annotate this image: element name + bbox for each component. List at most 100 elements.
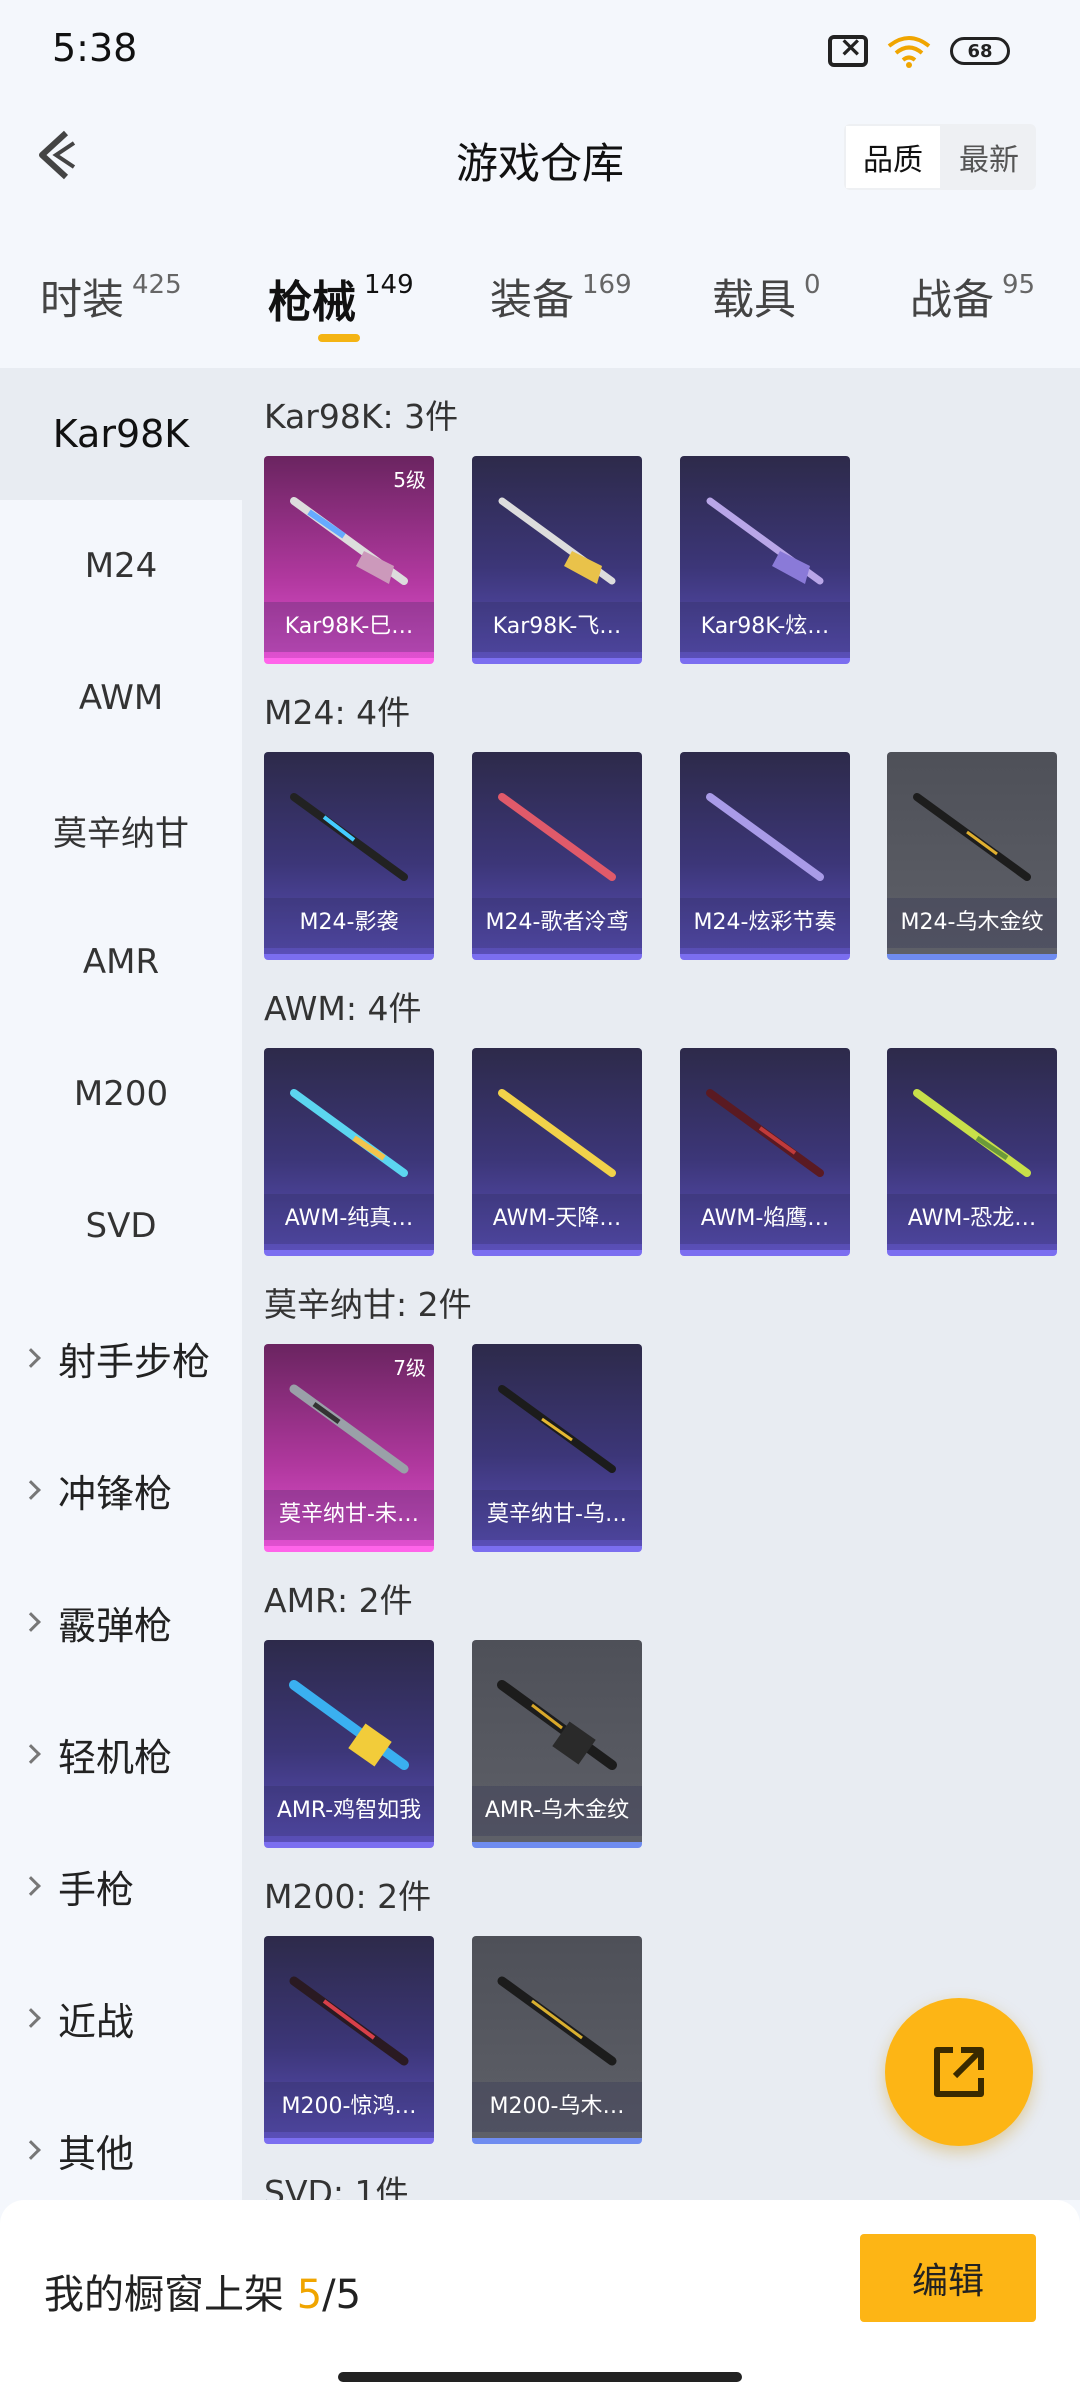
sidebar-group-label: 轻机枪 xyxy=(58,1735,173,1780)
status-bar: 5:38 68 xyxy=(0,0,1080,100)
skin-grid: Kar98K: 3件 5级 Kar98K-巳… Kar98K-飞… Kar98K… xyxy=(242,368,1080,2200)
rifle-icon xyxy=(289,1384,409,1474)
skin-name: Kar98K-巳… xyxy=(264,602,434,652)
chevron-right-icon xyxy=(21,1480,41,1500)
rifle-icon xyxy=(497,1680,617,1770)
bottom-bar: 我的橱窗上架 5/5 编辑 xyxy=(0,2200,1080,2400)
rifle-icon xyxy=(289,1976,409,2066)
skin-card[interactable]: AWM-天降… xyxy=(472,1048,642,1256)
skin-name: Kar98K-飞… xyxy=(472,602,642,652)
skin-name: M200-乌木… xyxy=(472,2082,642,2132)
share-button[interactable] xyxy=(885,1998,1033,2146)
skin-name: AWM-焰鹰… xyxy=(680,1194,850,1244)
tab-equipment[interactable]: 装备 169 xyxy=(490,266,632,327)
skin-name: 莫辛纳甘-乌… xyxy=(472,1490,642,1540)
skin-name: M200-惊鸿… xyxy=(264,2082,434,2132)
rifle-icon xyxy=(498,793,616,881)
rifle-icon xyxy=(706,497,824,585)
tab-fashion[interactable]: 时装 425 xyxy=(40,266,182,327)
sidebar-group-other[interactable]: 其他 xyxy=(0,2084,242,2216)
tab-label: 战备 xyxy=(910,275,995,324)
edit-button[interactable]: 编辑 xyxy=(860,2234,1036,2322)
skin-card[interactable]: 7级 莫辛纳甘-未… xyxy=(264,1344,434,1552)
tab-count: 0 xyxy=(804,270,821,300)
showcase-current: 5 xyxy=(296,2272,323,2318)
skin-card[interactable]: M24-影袭 xyxy=(264,752,434,960)
skin-card[interactable]: M200-乌木… xyxy=(472,1936,642,2144)
skin-card[interactable]: AWM-纯真… xyxy=(264,1048,434,1256)
chevron-right-icon xyxy=(21,2140,41,2160)
app-header: 游戏仓库 品质 最新 xyxy=(0,100,1080,210)
skin-card[interactable]: Kar98K-炫… xyxy=(680,456,850,664)
rifle-icon xyxy=(498,497,616,585)
sidebar-group-shotgun[interactable]: 霰弹枪 xyxy=(0,1556,242,1688)
sidebar-item-amr[interactable]: AMR xyxy=(0,896,242,1028)
home-indicator[interactable] xyxy=(338,2372,742,2382)
sidebar-group-label: 近战 xyxy=(58,1999,135,2044)
sidebar-item-m24[interactable]: M24 xyxy=(0,500,242,632)
skin-card[interactable]: M24-炫彩节奏 xyxy=(680,752,850,960)
rifle-icon xyxy=(706,1089,824,1177)
skin-name: AMR-鸡智如我 xyxy=(264,1786,434,1836)
sidebar-item-kar98k[interactable]: Kar98K xyxy=(0,368,242,500)
chevron-right-icon xyxy=(21,1744,41,1764)
sort-by-latest-button[interactable]: 最新 xyxy=(942,124,1036,190)
sidebar-group-label: 其他 xyxy=(58,2131,135,2176)
skin-card[interactable]: M24-歌者泠鸢 xyxy=(472,752,642,960)
skin-name: M24-炫彩节奏 xyxy=(680,898,850,948)
skin-name: M24-歌者泠鸢 xyxy=(472,898,642,948)
tab-label: 枪械 xyxy=(268,277,356,328)
section-title: Kar98K: 3件 xyxy=(264,397,459,436)
sidebar-group-pistol[interactable]: 手枪 xyxy=(0,1820,242,1952)
sidebar-group-lmg[interactable]: 轻机枪 xyxy=(0,1688,242,1820)
tab-count: 149 xyxy=(364,270,414,300)
section-title: SVD: 1件 xyxy=(264,2173,409,2200)
sidebar-item-m200[interactable]: M200 xyxy=(0,1028,242,1160)
battery-indicator: 68 xyxy=(950,37,1010,65)
sidebar-item-mosin[interactable]: 莫辛纳甘 xyxy=(0,764,242,896)
tab-supplies[interactable]: 战备 95 xyxy=(910,266,1035,327)
skin-name: M24-乌木金纹 xyxy=(887,898,1057,948)
sidebar-group-smg[interactable]: 冲锋枪 xyxy=(0,1424,242,1556)
rifle-icon xyxy=(290,793,408,881)
sort-by-quality-button[interactable]: 品质 xyxy=(844,124,942,190)
skin-name: AWM-天降… xyxy=(472,1194,642,1244)
skin-card[interactable]: AMR-鸡智如我 xyxy=(264,1640,434,1848)
tab-firearms[interactable]: 枪械 149 xyxy=(268,266,414,330)
sidebar-group-label: 射手步枪 xyxy=(58,1339,211,1384)
rifle-icon xyxy=(913,1089,1031,1177)
skin-card[interactable]: AWM-恐龙… xyxy=(887,1048,1057,1256)
weapon-sidebar: Kar98K M24 AWM 莫辛纳甘 AMR M200 SVD 射手步枪 冲锋… xyxy=(0,368,242,2200)
skin-card[interactable]: Kar98K-飞… xyxy=(472,456,642,664)
skin-name: AMR-乌木金纹 xyxy=(472,1786,642,1836)
category-tabs: 时装 425 枪械 149 装备 169 载具 0 战备 95 xyxy=(0,250,1080,360)
skin-name: Kar98K-炫… xyxy=(680,602,850,652)
skin-card[interactable]: 5级 Kar98K-巳… xyxy=(264,456,434,664)
section-title: AWM: 4件 xyxy=(264,989,422,1028)
skin-card[interactable]: 莫辛纳甘-乌… xyxy=(472,1344,642,1552)
skin-card[interactable]: M24-乌木金纹 xyxy=(887,752,1057,960)
no-sim-icon xyxy=(828,30,868,67)
sidebar-group-dmr[interactable]: 射手步枪 xyxy=(0,1292,242,1424)
chevron-right-icon xyxy=(21,1612,41,1632)
tab-vehicles[interactable]: 载具 0 xyxy=(712,266,821,327)
sidebar-item-svd[interactable]: SVD xyxy=(0,1160,242,1292)
sidebar-group-melee[interactable]: 近战 xyxy=(0,1952,242,2084)
rifle-icon xyxy=(497,1976,617,2066)
skin-name: 莫辛纳甘-未… xyxy=(264,1490,434,1540)
skin-card[interactable]: M200-惊鸿… xyxy=(264,1936,434,2144)
section-title: AMR: 2件 xyxy=(264,1581,413,1620)
skin-card[interactable]: AWM-焰鹰… xyxy=(680,1048,850,1256)
tab-count: 425 xyxy=(132,270,182,300)
chevron-right-icon xyxy=(21,1876,41,1896)
chevron-right-icon xyxy=(21,2008,41,2028)
sidebar-item-awm[interactable]: AWM xyxy=(0,632,242,764)
showcase-status: 我的橱窗上架 5/5 xyxy=(44,2262,361,2320)
rifle-icon xyxy=(290,1089,408,1177)
skin-name: M24-影袭 xyxy=(264,898,434,948)
showcase-total: 5 xyxy=(335,2272,362,2318)
chevron-right-icon xyxy=(21,1348,41,1368)
skin-card[interactable]: AMR-乌木金纹 xyxy=(472,1640,642,1848)
rifle-icon xyxy=(289,1680,409,1770)
tab-count: 95 xyxy=(1002,270,1036,300)
